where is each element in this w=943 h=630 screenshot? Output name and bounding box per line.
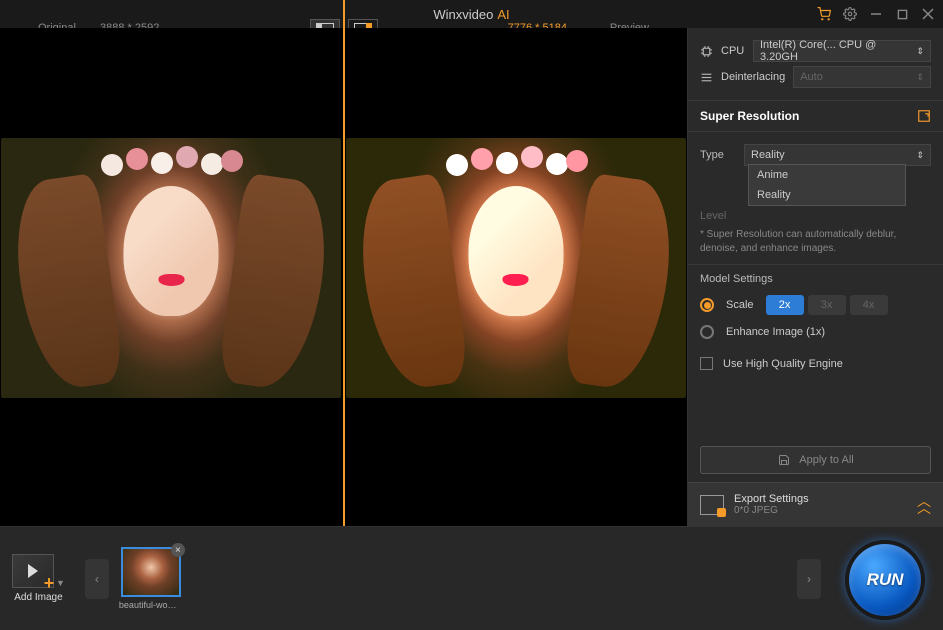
- apply-all-button[interactable]: Apply to All: [700, 446, 931, 474]
- chevron-down-icon[interactable]: ▼: [56, 578, 65, 588]
- minimize-button[interactable]: [869, 7, 883, 21]
- cpu-label: CPU: [721, 45, 745, 57]
- export-subtitle: 0*0 JPEG: [734, 505, 907, 516]
- run-button[interactable]: RUN: [845, 540, 925, 620]
- original-image-pane[interactable]: [0, 28, 343, 528]
- thumbnail-item[interactable]: × beautiful-woman: [119, 547, 183, 610]
- cpu-select[interactable]: Intel(R) Core(... CPU @ 3.20GH⇕: [753, 40, 931, 62]
- app-title: Winxvideo AI: [433, 7, 509, 22]
- sr-note: * Super Resolution can automatically deb…: [700, 228, 931, 256]
- export-settings[interactable]: Export Settings 0*0 JPEG ︿︿: [688, 482, 943, 526]
- hq-checkbox[interactable]: [700, 357, 713, 370]
- chevron-up-icon: ︿︿: [917, 498, 931, 512]
- save-icon: [777, 454, 791, 466]
- model-settings-title: Model Settings: [700, 273, 931, 285]
- enhance-label: Enhance Image (1x): [726, 326, 825, 338]
- scale-radio[interactable]: [700, 298, 714, 312]
- deinterlace-label: Deinterlacing: [721, 71, 785, 83]
- add-image-label: Add Image: [14, 592, 62, 603]
- preview-area: Original 3888 * 2592 7776 * 5184 Preview: [0, 28, 687, 526]
- scale-label: Scale: [726, 299, 754, 311]
- enhance-radio[interactable]: [700, 325, 714, 339]
- thumb-strip: × beautiful-woman: [109, 547, 797, 610]
- cart-icon[interactable]: [817, 7, 831, 21]
- compare-divider[interactable]: [343, 28, 345, 528]
- deinterlace-icon: [700, 71, 713, 84]
- export-icon: [700, 495, 724, 515]
- type-option-reality[interactable]: Reality: [749, 185, 905, 205]
- bottom-bar: + ▼ Add Image ‹ × beautiful-woman › RUN: [0, 526, 943, 630]
- type-select[interactable]: Reality⇕: [744, 144, 931, 166]
- add-image-button[interactable]: + ▼ Add Image: [12, 554, 65, 603]
- add-image-icon: +: [12, 554, 54, 588]
- gear-icon[interactable]: [843, 7, 857, 21]
- close-button[interactable]: [921, 7, 935, 21]
- type-option-anime[interactable]: Anime: [749, 165, 905, 185]
- deinterlace-select[interactable]: Auto⇕: [793, 66, 931, 88]
- maximize-button[interactable]: [895, 7, 909, 21]
- level-label: Level: [700, 210, 736, 222]
- preview-image-pane[interactable]: [345, 28, 688, 528]
- type-label: Type: [700, 149, 736, 161]
- scale-3x[interactable]: 3x: [808, 295, 846, 315]
- super-resolution-title: Super Resolution: [700, 109, 799, 123]
- type-dropdown: Anime Reality: [748, 164, 906, 206]
- thumb-prev[interactable]: ‹: [85, 559, 109, 599]
- expand-icon[interactable]: [917, 109, 931, 123]
- export-title: Export Settings: [734, 493, 907, 505]
- thumb-next[interactable]: ›: [797, 559, 821, 599]
- title-main: Winxvideo: [433, 7, 493, 22]
- cpu-icon: [700, 45, 713, 58]
- thumb-filename: beautiful-woman: [119, 600, 183, 610]
- scale-2x[interactable]: 2x: [766, 295, 804, 315]
- thumb-remove[interactable]: ×: [171, 543, 185, 557]
- hq-label: Use High Quality Engine: [723, 358, 843, 370]
- title-ai: AI: [497, 7, 509, 22]
- scale-4x[interactable]: 4x: [850, 295, 888, 315]
- side-panel: CPU Intel(R) Core(... CPU @ 3.20GH⇕ Dein…: [687, 28, 943, 526]
